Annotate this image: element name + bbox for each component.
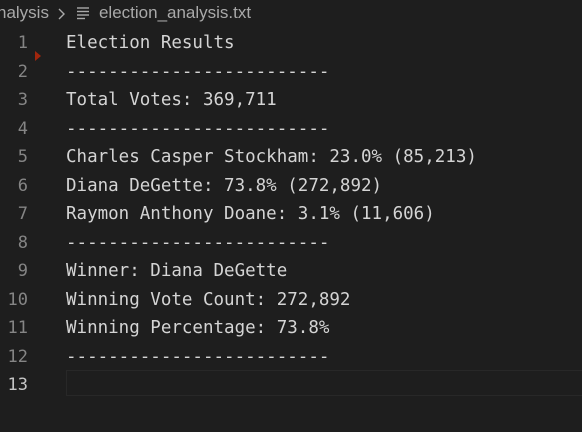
code-line[interactable]: Charles Casper Stockham: 23.0% (85,213) <box>66 143 582 172</box>
line-number: 11 <box>7 318 28 338</box>
code-line[interactable]: ------------------------- <box>66 229 582 258</box>
line-number: 1 <box>17 33 28 53</box>
code-line-current[interactable] <box>66 371 582 400</box>
code-line[interactable]: Winning Vote Count: 272,892 <box>66 286 582 315</box>
breadcrumb-folder[interactable]: nalysis <box>0 3 49 23</box>
line-number: 5 <box>17 147 28 167</box>
line-number-gutter: 1 2 3 4 5 6 7 8 9 10 11 12 13 <box>0 29 54 400</box>
code-line[interactable]: Winning Percentage: 73.8% <box>66 314 582 343</box>
line-number-active: 13 <box>7 375 28 395</box>
breadcrumb: nalysis election_analysis.txt <box>0 0 582 26</box>
line-number: 12 <box>7 346 28 367</box>
code-line[interactable]: Raymon Anthony Doane: 3.1% (11,606) <box>66 200 582 229</box>
code-line[interactable]: ------------------------- <box>66 343 582 372</box>
line-number: 3 <box>17 90 28 110</box>
code-line[interactable]: ------------------------- <box>66 115 582 144</box>
code-line[interactable]: Winner: Diana DeGette <box>66 257 582 286</box>
line-number: 7 <box>17 204 28 224</box>
code-line[interactable]: Election Results <box>66 29 582 58</box>
line-number: 10 <box>7 289 28 310</box>
line-number: 9 <box>17 261 28 281</box>
text-file-icon <box>75 5 91 21</box>
line-number: 6 <box>17 175 28 196</box>
line-number: 4 <box>17 118 28 139</box>
code-line[interactable]: ------------------------- <box>66 58 582 87</box>
editor-window: nalysis election_analysis.txt 1 2 3 4 5 … <box>0 0 582 432</box>
line-number: 2 <box>17 61 28 82</box>
line-number: 8 <box>17 232 28 253</box>
code-line[interactable]: Total Votes: 369,711 <box>66 86 582 115</box>
code-line[interactable]: Diana DeGette: 73.8% (272,892) <box>66 172 582 201</box>
breadcrumb-file[interactable]: election_analysis.txt <box>99 3 251 23</box>
chevron-right-icon <box>55 6 69 20</box>
code-area[interactable]: Election Results -----------------------… <box>66 29 582 400</box>
